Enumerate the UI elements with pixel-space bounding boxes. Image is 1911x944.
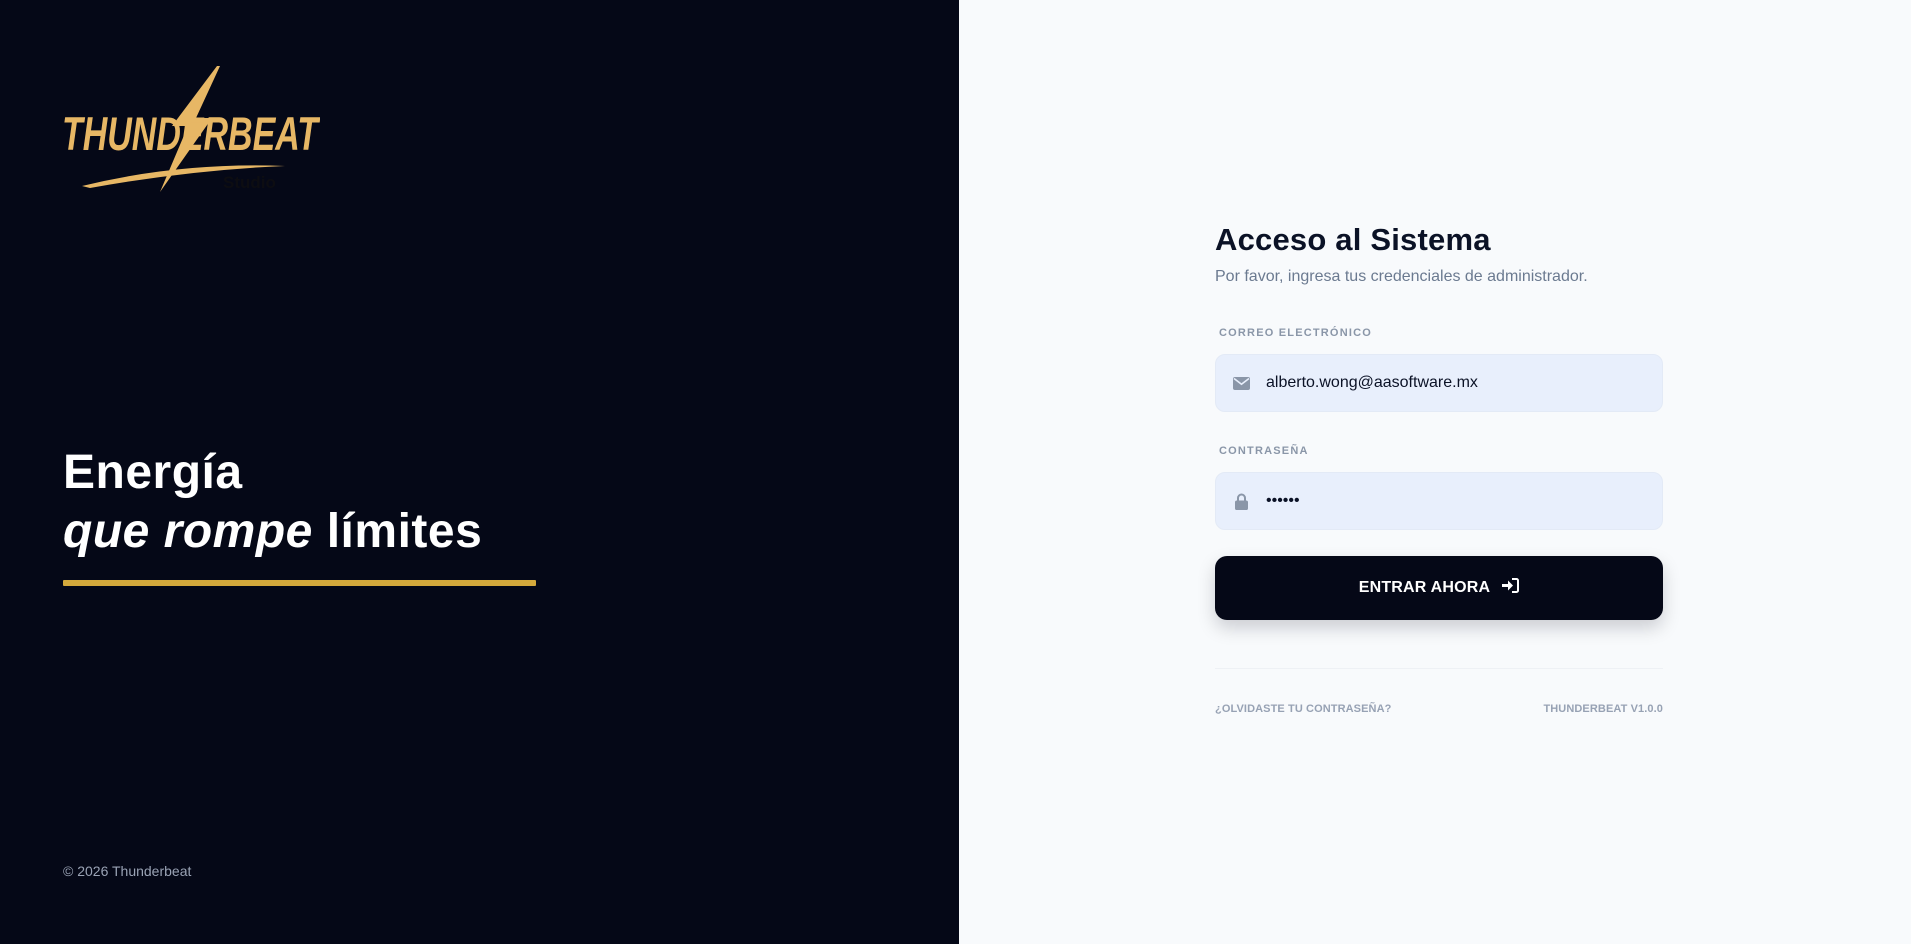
hero-line-1: Energía — [63, 446, 243, 499]
login-title: Acceso al Sistema — [1215, 222, 1491, 257]
copyright-text: © 2026 Thunderbeat — [63, 863, 192, 879]
forgot-password-link[interactable]: ¿OLVIDASTE TU CONTRASEÑA? — [1215, 703, 1391, 715]
form-footer: ¿OLVIDASTE TU CONTRASEÑA? THUNDERBEAT V1… — [1215, 703, 1663, 715]
login-form: Acceso al Sistema Por favor, ingresa tus… — [1215, 220, 1663, 715]
password-input[interactable] — [1266, 473, 1662, 529]
login-subtitle: Por favor, ingresa tus credenciales de a… — [1215, 268, 1588, 285]
hero-rest-text: límites — [326, 505, 483, 558]
svg-text:Studio: Studio — [223, 173, 276, 192]
footer-divider — [1215, 668, 1663, 669]
password-field-wrapper[interactable] — [1215, 472, 1663, 530]
sign-in-icon — [1502, 578, 1520, 598]
email-label: CORREO ELECTRÓNICO — [1219, 327, 1372, 339]
hero-italic-text: que rompe — [63, 505, 313, 558]
accent-underline — [63, 580, 536, 586]
version-text: THUNDERBEAT V1.0.0 — [1543, 703, 1663, 715]
email-input[interactable] — [1266, 355, 1662, 411]
email-field-wrapper[interactable] — [1215, 354, 1663, 412]
thunderbeat-logo: THUNDERBEAT Studio — [60, 62, 320, 197]
submit-label: ENTRAR AHORA — [1358, 579, 1491, 596]
brand-panel: THUNDERBEAT Studio Energía que rompe lím… — [0, 0, 959, 944]
password-label: CONTRASEÑA — [1219, 445, 1309, 457]
submit-button[interactable]: ENTRAR AHORA — [1215, 556, 1663, 620]
svg-text:THUNDERBEAT: THUNDERBEAT — [62, 107, 320, 160]
lock-icon — [1216, 493, 1266, 510]
login-panel: Acceso al Sistema Por favor, ingresa tus… — [959, 0, 1911, 944]
hero-line-2: que rompe límites — [63, 502, 482, 562]
envelope-icon — [1216, 376, 1266, 390]
hero-headline: Energía que rompe límites — [63, 444, 482, 562]
